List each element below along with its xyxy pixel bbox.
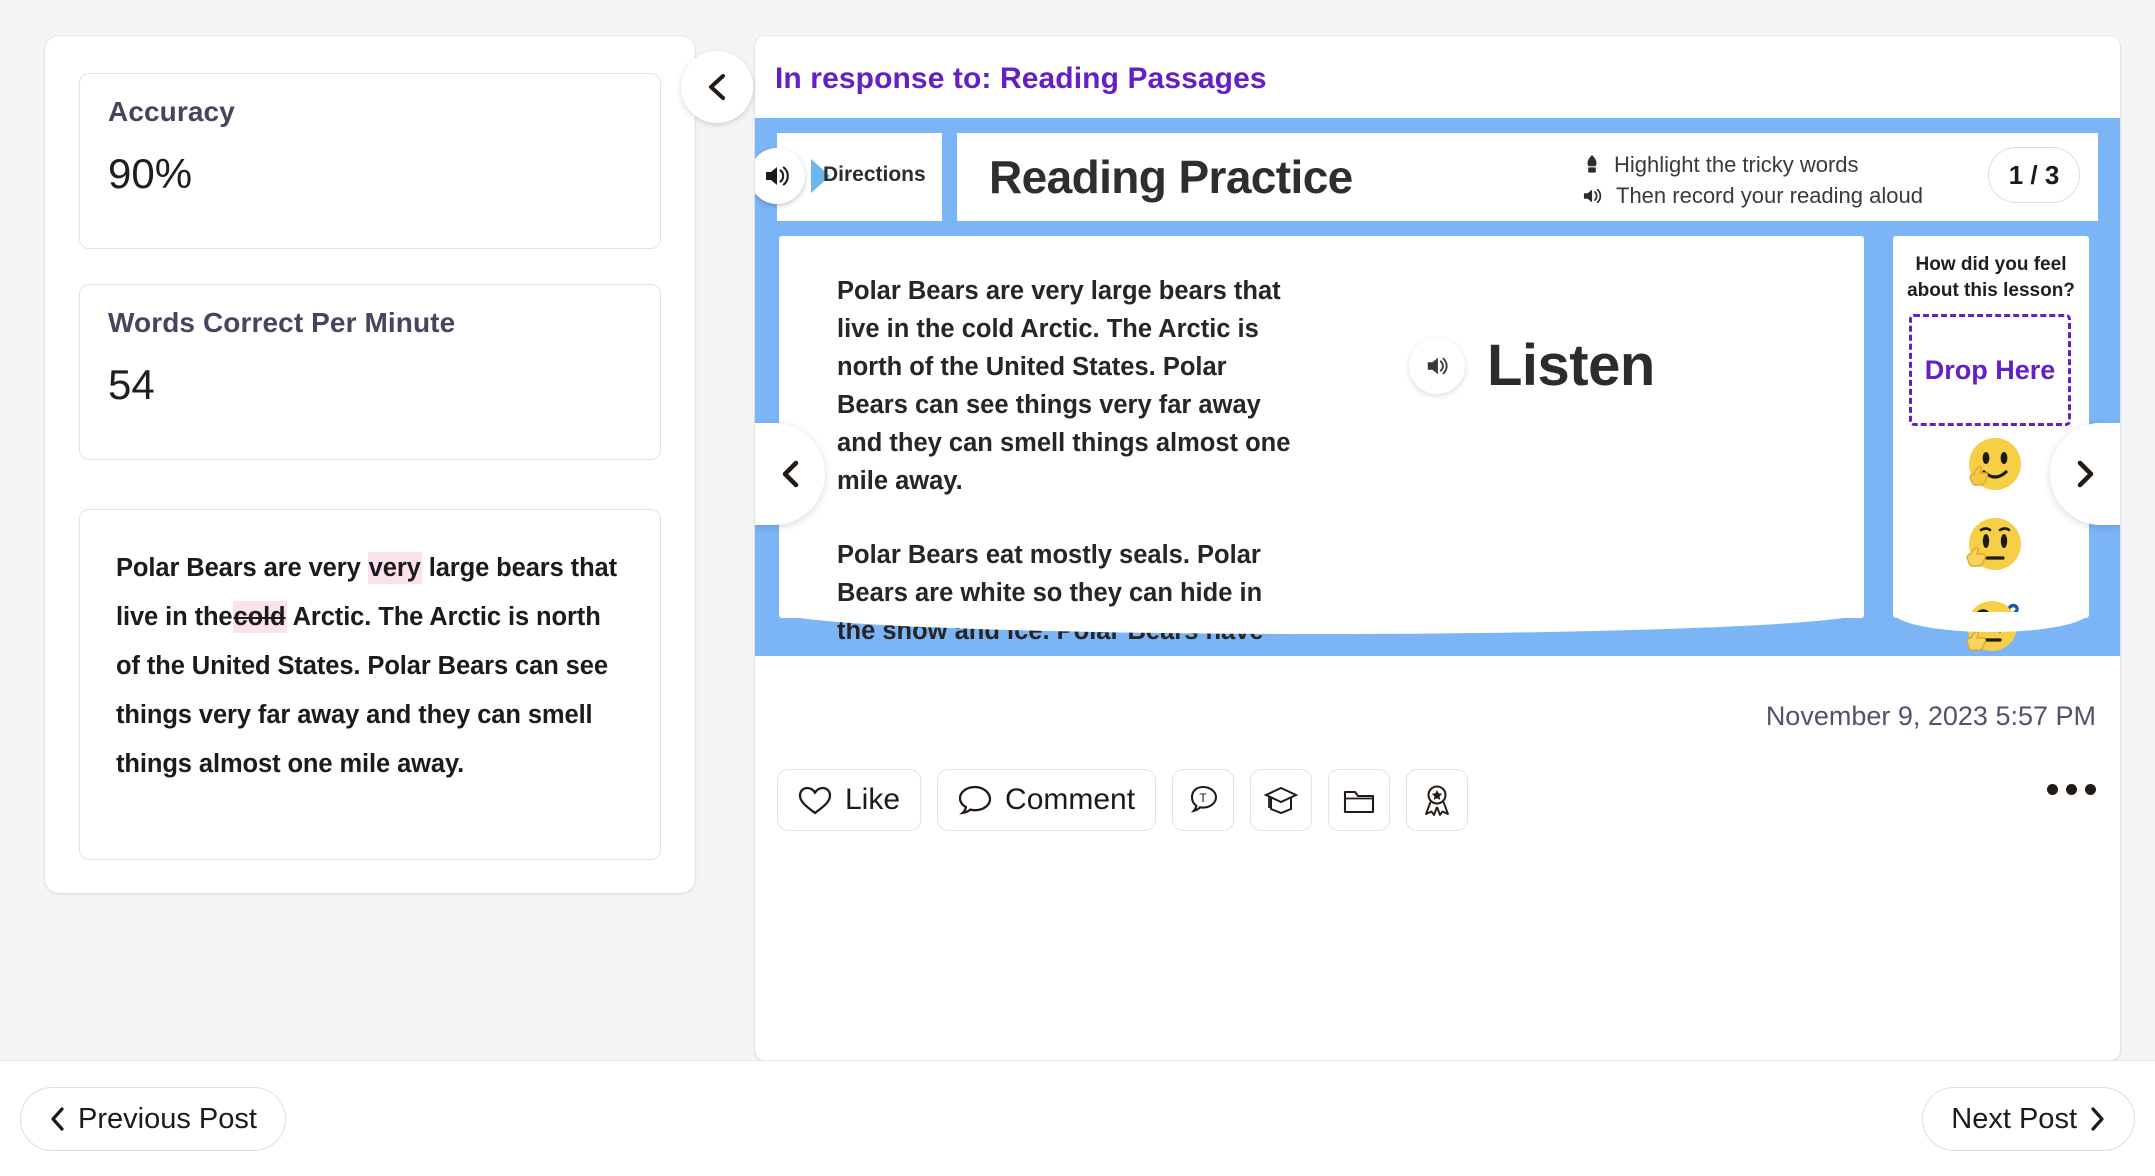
assign-button[interactable]	[1250, 769, 1313, 831]
dot-icon	[2085, 784, 2096, 795]
instructions-list: Highlight the tricky words Then record y…	[1582, 149, 1923, 211]
award-ribbon-icon	[1420, 783, 1454, 817]
feedback-column: How did you feel about this lesson? Drop…	[1893, 236, 2089, 651]
directions-tab[interactable]: Directions	[755, 133, 942, 221]
previous-post-button[interactable]: Previous Post	[20, 1087, 286, 1151]
chevron-left-icon	[778, 459, 802, 489]
accuracy-stat-card: Accuracy 90%	[79, 73, 661, 249]
post-navigation-bar: Previous Post Next Post	[0, 1060, 2155, 1176]
reading-stats-panel: Accuracy 90% Words Correct Per Minute 54…	[45, 36, 695, 893]
dot-icon	[2066, 784, 2077, 795]
like-label: Like	[845, 783, 901, 816]
previous-post-label: Previous Post	[78, 1102, 257, 1135]
folder-button[interactable]	[1328, 769, 1391, 831]
transcript-text: Polar Bears are very very large bears th…	[116, 544, 624, 789]
activity-card: Directions Reading Practice Highlight th…	[755, 118, 2120, 656]
neutral-thinking-emoji[interactable]	[1954, 510, 2028, 584]
post-timestamp: November 9, 2023 5:57 PM	[1765, 701, 2096, 731]
speaker-icon	[1582, 186, 1604, 206]
dot-icon	[2047, 784, 2058, 795]
comment-label: Comment	[1005, 783, 1136, 816]
listen-speaker-icon[interactable]	[1409, 337, 1465, 394]
text-comment-button[interactable]: T	[1172, 769, 1235, 831]
graduation-cap-icon	[1263, 784, 1299, 816]
instruction-row: Highlight the tricky words	[1582, 149, 1923, 180]
instruction-text: Then record your reading aloud	[1616, 183, 1923, 208]
wcpm-stat-card: Words Correct Per Minute 54	[79, 284, 661, 460]
text-bubble-icon: T	[1186, 783, 1220, 817]
like-button[interactable]: Like	[777, 769, 922, 831]
listen-control[interactable]: Listen	[1409, 332, 1655, 399]
wcpm-label: Words Correct Per Minute	[108, 307, 456, 338]
chevron-right-icon	[2089, 1106, 2106, 1132]
directions-label: Directions	[823, 163, 926, 186]
drop-here-label: Drop Here	[1924, 354, 2056, 385]
collapse-panel-button[interactable]	[681, 51, 753, 123]
chevron-left-icon	[49, 1106, 66, 1132]
emoji-drop-zone[interactable]: Drop Here	[1909, 314, 2071, 426]
comment-button[interactable]: Comment	[937, 769, 1157, 831]
instruction-text: Highlight the tricky words	[1614, 152, 1859, 177]
passage-paragraph: Polar Bears eat mostly seals. Polar Bear…	[837, 541, 1295, 656]
svg-text:T: T	[1199, 791, 1207, 805]
listen-label: Listen	[1487, 333, 1655, 398]
feedback-question: How did you feel about this lesson?	[1907, 254, 2075, 301]
instruction-row: Then record your reading aloud	[1582, 180, 1923, 211]
post-actions: Like Comment T	[777, 769, 1469, 831]
reading-sheet: Polar Bears are very large bears that li…	[779, 236, 1864, 656]
thumbs-up-smiley-emoji[interactable]	[1954, 430, 2028, 504]
highlighter-icon	[1582, 153, 1602, 177]
response-title: In response to: Reading Passages	[775, 62, 1267, 95]
chevron-right-icon	[2073, 459, 2097, 489]
activity-header: Directions Reading Practice Highlight th…	[755, 133, 2098, 221]
passage-paragraph: Polar Bears are very large bears that li…	[837, 277, 1291, 495]
award-button[interactable]	[1406, 769, 1469, 831]
folder-icon	[1342, 785, 1376, 815]
accuracy-value: 90%	[108, 150, 193, 197]
next-post-label: Next Post	[1951, 1102, 2077, 1135]
transcript-card: Polar Bears are very very large bears th…	[79, 509, 661, 860]
post-panel: In response to: Reading Passages Directi…	[755, 36, 2120, 1060]
next-post-button[interactable]: Next Post	[1922, 1087, 2135, 1151]
passage-text: Polar Bears are very large bears that li…	[837, 272, 1297, 656]
speech-bubble-icon	[958, 784, 992, 816]
transcript-insertion: very	[367, 552, 422, 584]
post-detail-page: Accuracy 90% Words Correct Per Minute 54…	[0, 0, 2155, 1176]
heart-icon	[798, 785, 832, 816]
wcpm-value: 54	[108, 361, 155, 408]
activity-title: Reading Practice	[989, 151, 1353, 203]
chevron-left-icon	[704, 72, 730, 102]
more-options-button[interactable]	[2047, 784, 2096, 795]
directions-speaker-icon[interactable]	[755, 148, 805, 204]
activity-title-strip: Reading Practice Highlight the tricky wo…	[957, 133, 2098, 221]
page-indicator: 1 / 3	[1988, 147, 2080, 203]
accuracy-label: Accuracy	[108, 96, 235, 127]
transcript-omission: cold	[232, 601, 287, 633]
transcript-segment: Polar Bears are very	[116, 554, 368, 582]
confused-question-emoji[interactable]	[1954, 590, 2028, 656]
